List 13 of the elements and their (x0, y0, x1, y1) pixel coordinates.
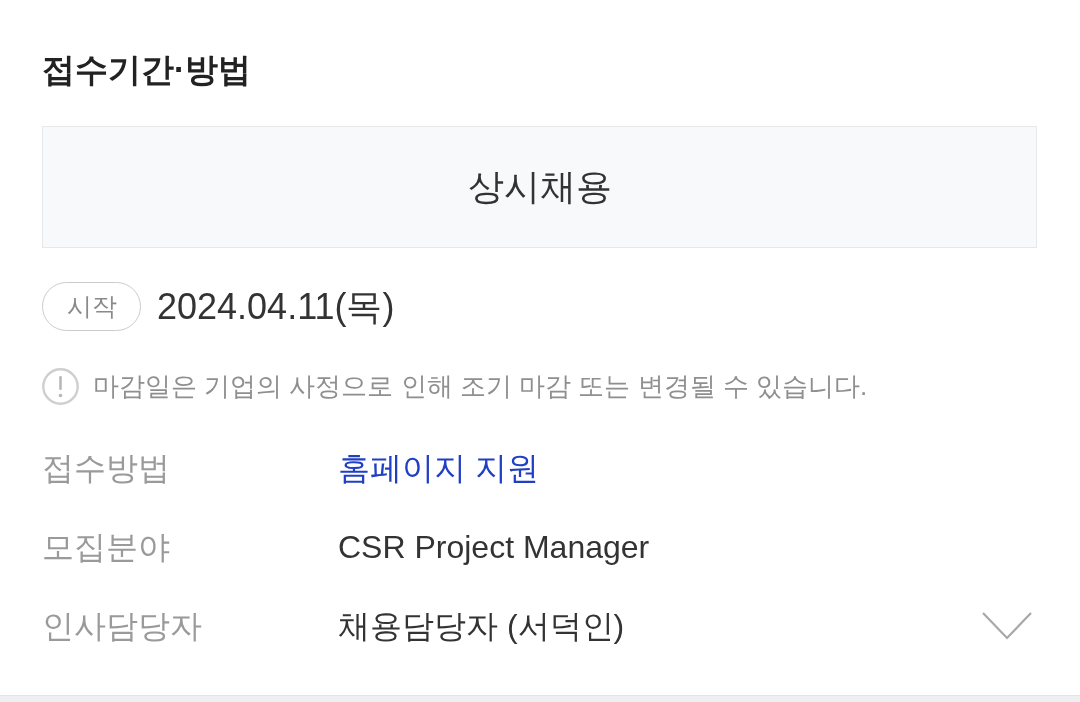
detail-label: 모집분야 (42, 528, 171, 567)
detail-label: 접수방법 (42, 449, 171, 488)
detail-value: 채용담당자 (서덕인) (338, 607, 625, 646)
start-date: 2024.04.11(목) (157, 284, 395, 329)
apply-link[interactable]: 홈페이지 지원 (338, 444, 539, 492)
info-icon (42, 367, 79, 405)
section-title: 접수기간·방법 (42, 50, 251, 90)
period-text: 상시채용 (467, 165, 612, 209)
notice-text: 마감일은 기업의 사정으로 인해 조기 마감 또는 변경될 수 있습니다. (93, 370, 868, 403)
detail-label: 인사담당자 (42, 607, 203, 646)
chevron-down-icon (982, 612, 1032, 640)
detail-value: CSR Project Manager (338, 528, 650, 567)
expand-toggle-button[interactable] (981, 610, 1033, 642)
